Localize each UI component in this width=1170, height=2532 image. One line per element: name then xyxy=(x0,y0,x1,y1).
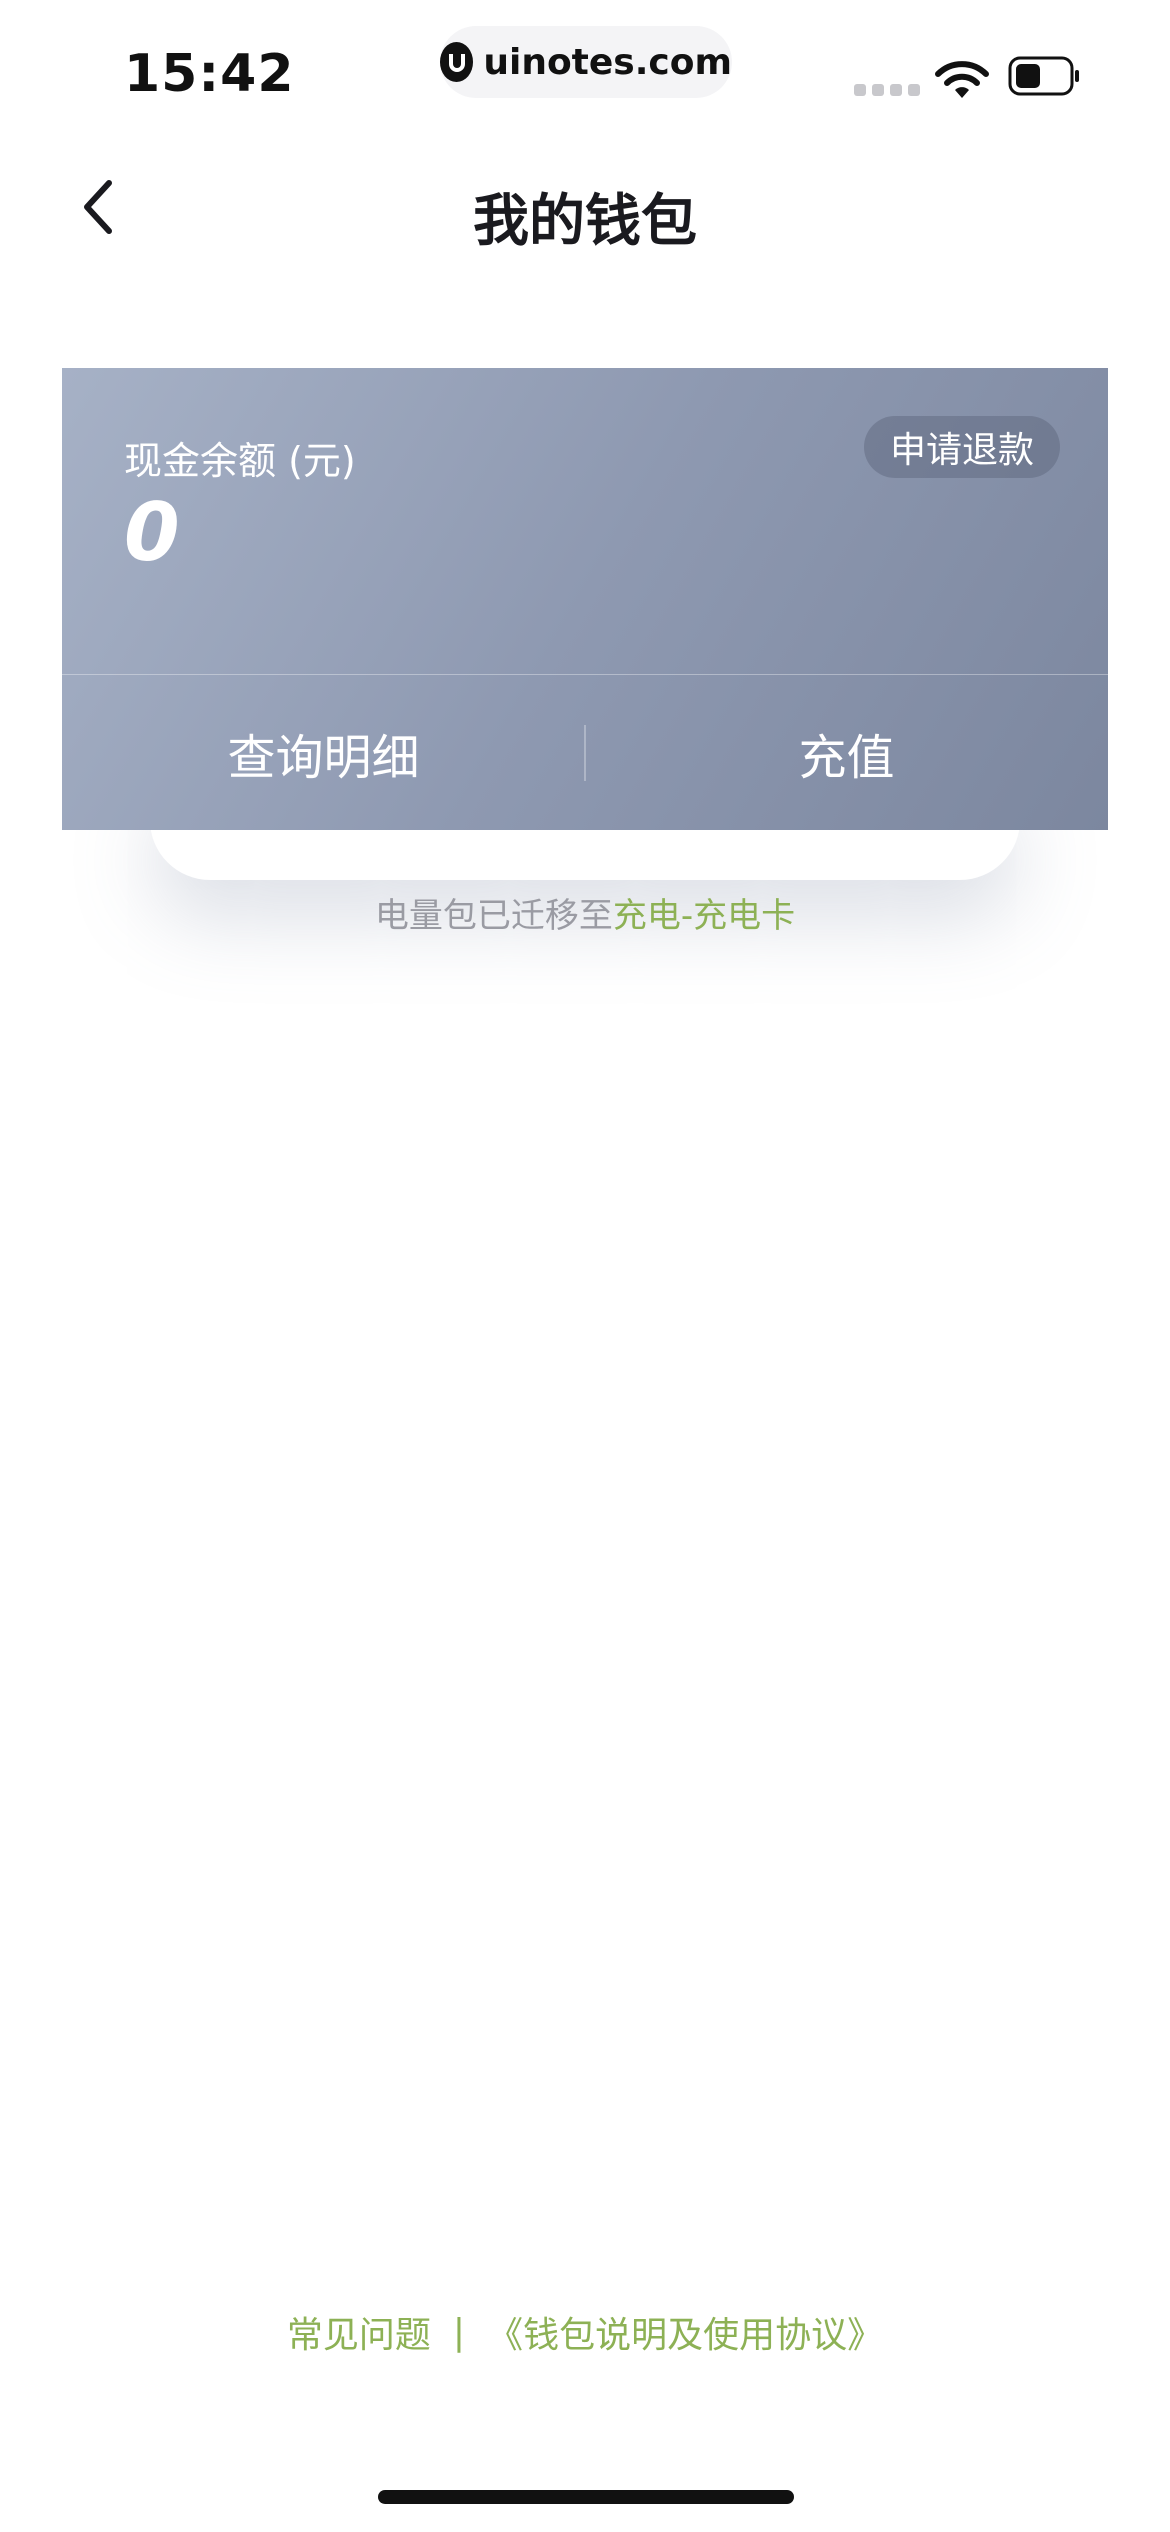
footer-links: 常见问题 | 《钱包说明及使用协议》 xyxy=(0,2306,1170,2358)
page-title: 我的钱包 xyxy=(473,189,697,254)
balance-value: 0 xyxy=(124,486,180,579)
wallet-card: 现金余额 (元) 0 申请退款 查询明细 充值 xyxy=(62,368,1108,830)
recharge-button[interactable]: 充值 xyxy=(585,675,1108,830)
url-pill[interactable]: uinotes.com xyxy=(440,26,732,98)
transaction-details-button[interactable]: 查询明细 xyxy=(62,675,585,830)
balance-label: 现金余额 (元) xyxy=(124,439,356,483)
status-bar: 15:42 uinotes.com xyxy=(0,0,1170,140)
battery-icon xyxy=(1008,56,1080,100)
refund-button[interactable]: 申请退款 xyxy=(863,416,1060,478)
charging-card-link[interactable]: 充电-充电卡 xyxy=(613,896,795,936)
url-text: uinotes.com xyxy=(483,41,732,83)
status-time: 15:42 xyxy=(124,44,295,104)
home-indicator xyxy=(378,2490,794,2504)
faq-link[interactable]: 常见问题 xyxy=(287,2306,431,2358)
footer-separator: | xyxy=(452,2311,466,2353)
wifi-icon xyxy=(934,58,990,106)
cellular-signal-icon xyxy=(854,84,920,96)
wallet-agreement-link[interactable]: 《钱包说明及使用协议》 xyxy=(487,2306,883,2358)
migration-notice: 电量包已迁移至充电-充电卡 xyxy=(0,888,1170,937)
action-separator xyxy=(584,725,586,781)
card-actions: 查询明细 充值 xyxy=(62,675,1108,830)
site-logo-icon xyxy=(440,42,474,82)
notice-text: 电量包已迁移至 xyxy=(374,896,613,936)
